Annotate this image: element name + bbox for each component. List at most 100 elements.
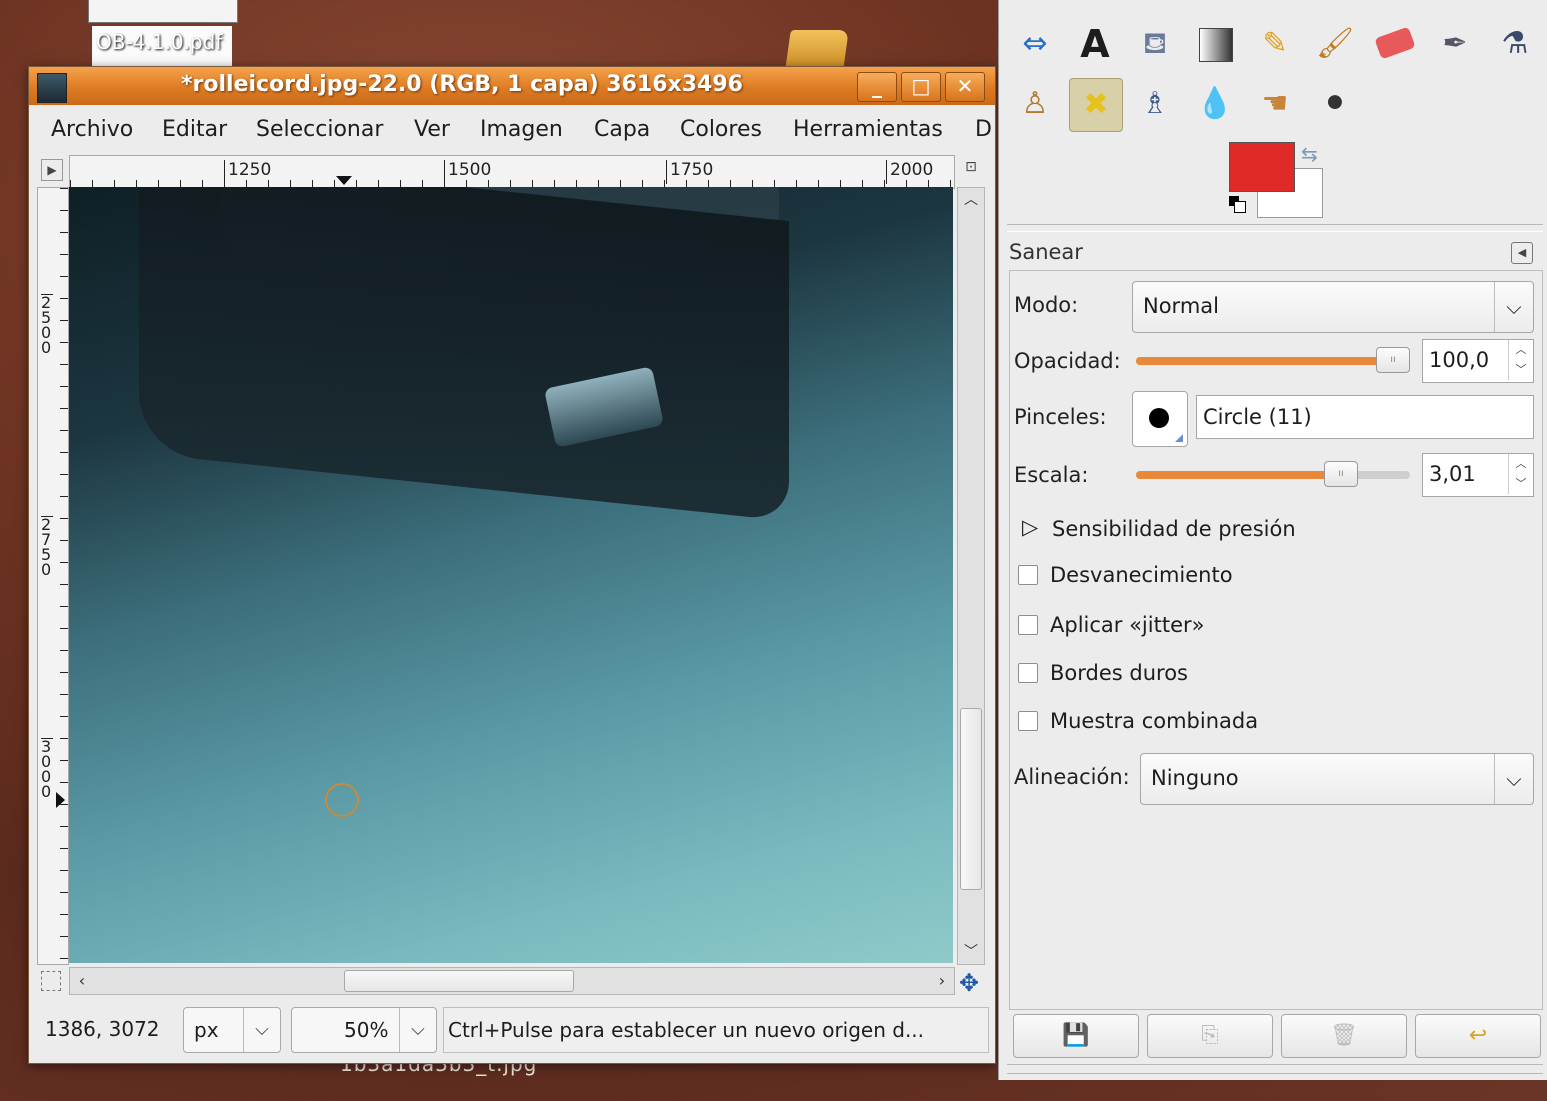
chevron-down-icon: ⌵ [243, 1008, 280, 1052]
menu-capa[interactable]: Capa [594, 117, 650, 142]
heal-tool-icon[interactable]: ✖ [1069, 78, 1123, 132]
desktop-file-thumbnail[interactable] [88, 0, 238, 23]
ink-tool-icon[interactable]: ⚗ [1489, 18, 1541, 70]
hard-edges-checkbox[interactable] [1018, 663, 1038, 683]
vertical-scroll-thumb[interactable] [960, 708, 982, 890]
mode-select[interactable]: Normal ⌵ [1132, 281, 1534, 333]
ruler-label: 1500 [444, 160, 491, 184]
alignment-value: Ninguno [1151, 766, 1239, 790]
minimize-button[interactable]: _ [857, 72, 897, 102]
vertical-ruler[interactable]: 2500 2750 3000 [37, 187, 69, 965]
foreground-color-swatch[interactable] [1229, 142, 1295, 192]
scroll-down-icon[interactable]: ﹀ [958, 940, 984, 964]
maximize-button[interactable]: □ [901, 72, 941, 102]
paintbrush-tool-icon[interactable]: 🖌 [1309, 18, 1361, 70]
hard-edges-label[interactable]: Bordes duros [1050, 661, 1188, 685]
vertical-scrollbar[interactable]: ︿ ﹀ [957, 187, 985, 965]
alignment-select[interactable]: Ninguno ⌵ [1140, 753, 1534, 805]
menu-archivo[interactable]: Archivo [51, 117, 133, 142]
horizontal-scrollbar[interactable]: ‹ › [69, 967, 955, 995]
image-canvas[interactable] [69, 187, 953, 963]
scale-spinner[interactable]: 3,01 ︿ ﹀ [1422, 453, 1534, 497]
fade-checkbox[interactable] [1018, 565, 1038, 585]
delete-options-button[interactable]: 🗑 [1281, 1014, 1407, 1058]
scale-label: Escala: [1014, 463, 1089, 487]
desktop-folder-icon[interactable] [785, 30, 849, 70]
opacity-slider[interactable]: ıı [1136, 347, 1410, 373]
tool-options-title: Sanear [1009, 240, 1083, 264]
save-options-button[interactable]: 💾 [1013, 1014, 1139, 1058]
eraser-tool-icon[interactable] [1369, 18, 1421, 70]
pencil-tool-icon[interactable]: ✎ [1249, 18, 1301, 70]
sample-merged-label[interactable]: Muestra combinada [1050, 709, 1258, 733]
scale-slider[interactable]: ıı [1136, 461, 1410, 487]
scroll-left-icon[interactable]: ‹ [70, 968, 94, 994]
scroll-up-icon[interactable]: ︿ [958, 188, 984, 212]
brush-name-field[interactable]: Circle (11) [1196, 395, 1534, 439]
menu-seleccionar[interactable]: Seleccionar [256, 117, 383, 142]
jitter-label[interactable]: Aplicar «jitter» [1050, 613, 1204, 637]
menu-imagen[interactable]: Imagen [480, 117, 563, 142]
tab-menu-icon[interactable]: ◀ [1511, 242, 1533, 264]
pointer-coordinates: 1386, 3072 [45, 1017, 160, 1041]
default-colors-icon[interactable] [1229, 196, 1246, 213]
horizontal-ruler[interactable]: 1250 1500 1750 2000 [69, 155, 955, 189]
ruler-label: 2750 [41, 515, 53, 579]
desktop-file-label[interactable]: OB-4.1.0.pdf [96, 30, 222, 54]
pressure-sensitivity-expander[interactable]: Sensibilidad de presión [1052, 517, 1296, 541]
opacity-spinner[interactable]: 100,0 ︿ ﹀ [1422, 339, 1534, 383]
spin-down-icon[interactable]: ﹀ [1508, 474, 1533, 494]
swap-colors-icon[interactable]: ⇆ [1301, 142, 1318, 166]
blend-tool-icon[interactable] [1189, 18, 1241, 70]
expander-arrow-icon[interactable]: ▷ [1022, 515, 1038, 539]
menu-colores[interactable]: Colores [680, 117, 762, 142]
brush-picker-indicator [1175, 434, 1183, 442]
image-menu-arrow-icon[interactable]: ▶ [41, 159, 63, 181]
menu-editar[interactable]: Editar [162, 117, 227, 142]
fade-label[interactable]: Desvanecimiento [1050, 563, 1233, 587]
flip-tool-icon[interactable]: ⇔ [1009, 18, 1061, 70]
slider-fill [1136, 357, 1410, 365]
brush-preview-button[interactable] [1132, 391, 1188, 447]
pointer-position-marker [336, 176, 352, 185]
blur-tool-icon[interactable]: 💧 [1189, 78, 1241, 130]
alignment-label: Alineación: [1014, 765, 1130, 789]
window-titlebar[interactable]: *rolleicord.jpg-22.0 (RGB, 1 capa) 3616x… [29, 67, 995, 106]
spin-up-icon[interactable]: ︿ [1508, 340, 1533, 360]
dodge-burn-tool-icon[interactable]: ⚫ [1309, 78, 1361, 130]
slider-handle[interactable]: ıı [1376, 347, 1410, 373]
menu-more[interactable]: D [975, 117, 992, 142]
unit-select[interactable]: px ⌵ [183, 1007, 281, 1053]
jitter-checkbox[interactable] [1018, 615, 1038, 635]
image-window: *rolleicord.jpg-22.0 (RGB, 1 capa) 3616x… [28, 66, 996, 1064]
pointer-position-marker [56, 792, 65, 808]
menubar: Archivo Editar Seleccionar Ver Imagen Ca… [29, 105, 995, 149]
mode-label: Modo: [1014, 293, 1079, 317]
unit-value: px [194, 1018, 219, 1042]
menu-herramientas[interactable]: Herramientas [793, 117, 943, 142]
zoom-navigate-icon[interactable]: ⊡ [961, 159, 981, 179]
camera-shape [139, 187, 789, 522]
text-tool-icon[interactable]: A [1069, 18, 1121, 70]
navigate-move-icon[interactable]: ✥ [959, 969, 979, 997]
perspective-clone-tool-icon[interactable]: ♗ [1129, 78, 1181, 130]
close-button[interactable]: ✕ [945, 72, 985, 102]
ruler-label: 3000 [41, 737, 53, 801]
quick-mask-icon[interactable] [41, 971, 61, 991]
spin-up-icon[interactable]: ︿ [1508, 454, 1533, 474]
horizontal-scroll-thumb[interactable] [344, 970, 574, 992]
brush-name-value: Circle (11) [1203, 405, 1312, 429]
spin-down-icon[interactable]: ﹀ [1508, 360, 1533, 380]
slider-handle[interactable]: ıı [1324, 461, 1358, 487]
smudge-tool-icon[interactable]: ☚ [1249, 78, 1301, 130]
zoom-value: 50% [344, 1018, 389, 1042]
sample-merged-checkbox[interactable] [1018, 711, 1038, 731]
scroll-right-icon[interactable]: › [930, 968, 954, 994]
menu-ver[interactable]: Ver [414, 117, 450, 142]
airbrush-tool-icon[interactable]: ✒ [1429, 18, 1481, 70]
clone-tool-icon[interactable]: ♙ [1009, 78, 1061, 130]
reset-options-button[interactable]: ↩ [1415, 1014, 1541, 1058]
bucket-fill-tool-icon[interactable]: ⛾ [1129, 18, 1181, 70]
zoom-select[interactable]: 50% ⌵ [291, 1007, 437, 1053]
restore-options-button[interactable]: ⎘ [1147, 1014, 1273, 1058]
